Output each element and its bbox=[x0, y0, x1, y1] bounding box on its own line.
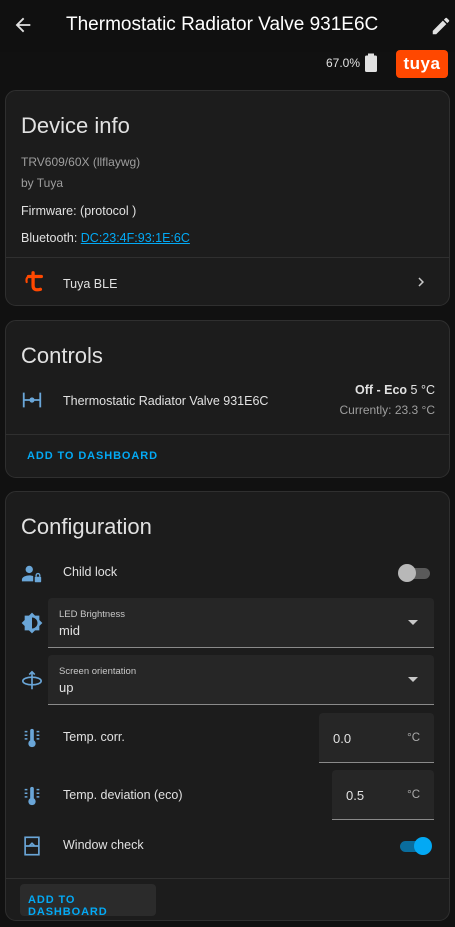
dropdown-arrow-icon bbox=[408, 620, 418, 625]
integration-row[interactable]: Tuya BLE bbox=[6, 258, 449, 306]
window-check-toggle[interactable] bbox=[398, 836, 432, 856]
configuration-card: Configuration Child lock LED Brightness … bbox=[5, 491, 450, 921]
controls-add-to-dashboard-button[interactable]: ADD TO DASHBOARD bbox=[27, 450, 158, 462]
screen-orientation-label: Screen orientation bbox=[59, 666, 137, 677]
climate-entity-name: Thermostatic Radiator Valve 931E6C bbox=[63, 394, 269, 408]
led-brightness-value: mid bbox=[59, 623, 80, 638]
controls-card: Controls Thermostatic Radiator Valve 931… bbox=[5, 320, 450, 478]
firmware-info: Firmware: (protocol ) bbox=[21, 204, 137, 218]
climate-state-mode: Off - Eco bbox=[354, 383, 408, 397]
dropdown-arrow-icon bbox=[408, 677, 418, 682]
window-check-label: Window check bbox=[63, 838, 144, 852]
screen-rotation-icon bbox=[22, 670, 42, 690]
battery-level: 67.0% bbox=[326, 56, 361, 70]
tuya-logo: tuya bbox=[396, 50, 448, 78]
device-info-card: Device info TRV609/60X (llflaywg) by Tuy… bbox=[5, 90, 450, 306]
pencil-icon[interactable] bbox=[430, 15, 452, 37]
arrow-left-icon[interactable] bbox=[12, 14, 34, 36]
led-brightness-label: LED Brightness bbox=[59, 609, 126, 620]
device-manufacturer: by Tuya bbox=[21, 176, 64, 190]
temp-corr-label: Temp. corr. bbox=[63, 730, 125, 744]
child-lock-toggle-thumb bbox=[398, 564, 416, 582]
temp-deviation-unit: °C bbox=[407, 789, 420, 801]
page-title: Thermostatic Radiator Valve 931E6C bbox=[66, 14, 379, 35]
temp-corr-unit: °C bbox=[407, 732, 420, 744]
screen-orientation-select[interactable]: Screen orientation up bbox=[48, 655, 434, 705]
child-lock-label: Child lock bbox=[63, 565, 118, 579]
chevron-right-icon bbox=[418, 277, 424, 287]
bluetooth-info: Bluetooth: DC:23:4F:93:1E:6C bbox=[21, 231, 190, 245]
child-lock-row: Child lock bbox=[6, 556, 449, 590]
configuration-title: Configuration bbox=[21, 514, 152, 539]
brightness-icon bbox=[21, 612, 43, 634]
device-status-row: 67.0% tuya bbox=[0, 50, 455, 78]
divider bbox=[6, 878, 449, 879]
temp-deviation-input[interactable]: 0.5 °C bbox=[332, 770, 434, 820]
valve-icon bbox=[22, 392, 42, 408]
window-check-toggle-thumb bbox=[414, 837, 432, 855]
child-lock-toggle[interactable] bbox=[398, 563, 432, 583]
temp-deviation-value: 0.5 bbox=[346, 788, 365, 803]
screen-orientation-value: up bbox=[59, 680, 74, 695]
integration-name: Tuya BLE bbox=[63, 277, 118, 291]
controls-title: Controls bbox=[21, 343, 103, 368]
climate-state: Off - Eco 5 °C bbox=[355, 383, 435, 397]
divider bbox=[6, 434, 449, 435]
climate-entity-row[interactable]: Thermostatic Radiator Valve 931E6C Off -… bbox=[6, 377, 449, 425]
device-model: TRV609/60X (llflaywg) bbox=[21, 155, 141, 169]
bluetooth-mac-link[interactable]: DC:23:4F:93:1E:6C bbox=[81, 231, 190, 245]
account-lock-icon bbox=[21, 565, 42, 583]
thermometer-icon bbox=[24, 728, 40, 748]
led-brightness-select[interactable]: LED Brightness mid bbox=[48, 598, 434, 648]
climate-current-temp: Currently: 23.3 °C bbox=[339, 403, 435, 417]
window-icon bbox=[24, 836, 40, 856]
battery-icon bbox=[365, 53, 377, 72]
tuya-ble-icon bbox=[25, 271, 43, 292]
temp-deviation-label: Temp. deviation (eco) bbox=[63, 788, 183, 802]
temp-corr-value: 0.0 bbox=[333, 731, 352, 746]
tuya-logo-text: tuya bbox=[403, 54, 441, 73]
app-header: Thermostatic Radiator Valve 931E6C bbox=[0, 0, 455, 52]
climate-state-target: 5 °C bbox=[410, 383, 435, 397]
device-info-title: Device info bbox=[21, 113, 130, 138]
configuration-add-to-dashboard-label: ADD TO DASHBOARD bbox=[28, 894, 108, 918]
bluetooth-label: Bluetooth: bbox=[21, 231, 78, 245]
configuration-add-to-dashboard-button[interactable]: ADD TO DASHBOARD bbox=[20, 884, 156, 918]
temp-corr-input[interactable]: 0.0 °C bbox=[319, 713, 434, 763]
window-check-row: Window check bbox=[6, 829, 449, 863]
thermometer-icon bbox=[24, 786, 40, 806]
